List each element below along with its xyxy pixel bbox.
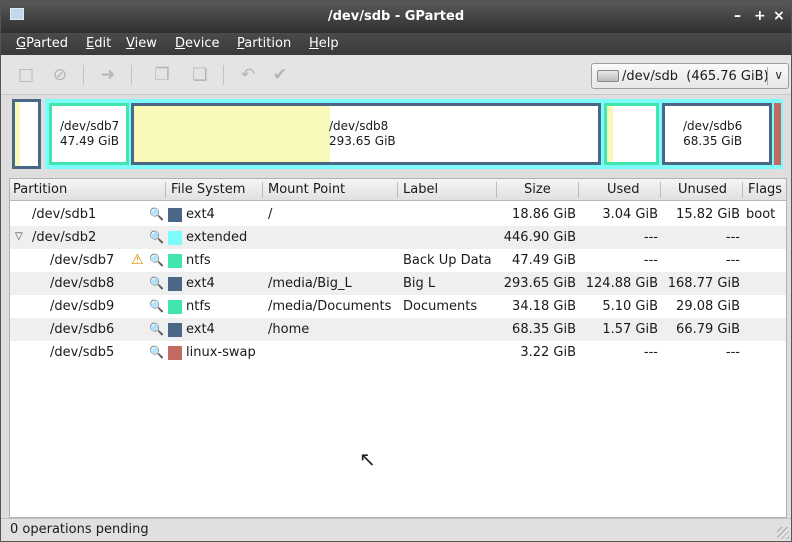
column-unused[interactable]: Unused <box>678 182 727 197</box>
menu-help[interactable]: Help <box>309 36 339 51</box>
table-row[interactable]: /dev/sdb7 ⚠ 🔍 ntfs Back Up Data 47.49 Gi… <box>10 249 786 272</box>
maximize-button[interactable]: + <box>754 8 766 24</box>
table-header: Partition File System Mount Point Label … <box>10 179 786 201</box>
graph-partition-sdb7[interactable]: /dev/sdb7 47.49 GiB <box>49 103 129 165</box>
menu-edit[interactable]: Edit <box>86 36 111 51</box>
fs-color-swatch <box>168 254 182 268</box>
graph-partition-sdb9[interactable] <box>604 103 659 165</box>
key-icon: 🔍 <box>149 230 164 244</box>
key-icon: 🔍 <box>149 322 164 336</box>
menu-partition[interactable]: Partition <box>237 36 291 51</box>
fs-color-swatch <box>168 231 182 245</box>
table-row[interactable]: /dev/sdb1 🔍 ext4 / 18.86 GiB 3.04 GiB 15… <box>10 203 786 226</box>
close-button[interactable]: × <box>773 8 785 24</box>
window-title: /dev/sdb - GParted <box>327 9 465 24</box>
key-icon: 🔍 <box>149 299 164 313</box>
column-label[interactable]: Label <box>403 182 438 197</box>
table-row[interactable]: /dev/sdb6 🔍 ext4 /home 68.35 GiB 1.57 Gi… <box>10 318 786 341</box>
fs-color-swatch <box>168 208 182 222</box>
partition-table: Partition File System Mount Point Label … <box>9 178 787 518</box>
used-space-fill <box>607 106 613 162</box>
paste-icon[interactable]: ❑ <box>189 65 211 85</box>
fs-color-swatch <box>168 323 182 337</box>
column-used[interactable]: Used <box>607 182 640 197</box>
menu-bar: GParted Edit View Device Partition Help <box>1 33 791 55</box>
graph-partition-sdb1[interactable] <box>12 99 41 169</box>
column-partition[interactable]: Partition <box>13 182 67 197</box>
gparted-window: /dev/sdb - GParted – + × GParted Edit Vi… <box>0 0 792 542</box>
disk-icon <box>597 70 619 82</box>
table-row[interactable]: /dev/sdb9 🔍 ntfs /media/Documents Docume… <box>10 295 786 318</box>
fs-color-swatch <box>168 300 182 314</box>
toolbar-separator <box>223 65 224 85</box>
column-size[interactable]: Size <box>524 182 551 197</box>
resize-grip-icon[interactable] <box>777 527 789 539</box>
delete-icon[interactable]: ⊘ <box>49 65 71 85</box>
menu-view[interactable]: View <box>126 36 157 51</box>
copy-icon[interactable]: ❐ <box>151 65 173 85</box>
device-selector[interactable]: /dev/sdb (465.76 GiB) ∨ <box>591 63 789 89</box>
graph-partition-sdb8[interactable]: /dev/sdb8 293.65 GiB <box>131 103 601 165</box>
operations-pending-status: 0 operations pending <box>10 522 149 537</box>
table-row[interactable]: /dev/sdb8 🔍 ext4 /media/Big_L Big L 293.… <box>10 272 786 295</box>
menu-device[interactable]: Device <box>175 36 219 51</box>
graph-label-sdb8: /dev/sdb8 293.65 GiB <box>329 119 396 148</box>
mouse-pointer-icon: ↖ <box>359 447 376 471</box>
title-bar[interactable]: /dev/sdb - GParted – + × <box>1 1 791 33</box>
key-icon: 🔍 <box>149 207 164 221</box>
resize-move-icon[interactable]: ➜ <box>97 65 119 85</box>
graph-partition-sdb6[interactable]: /dev/sdb6 68.35 GiB <box>662 103 772 165</box>
minimize-button[interactable]: – <box>734 8 741 24</box>
toolbar-separator <box>131 65 132 85</box>
device-selector-label: /dev/sdb (465.76 GiB) <box>622 68 769 84</box>
key-icon: 🔍 <box>149 345 164 359</box>
toolbar-separator <box>83 65 84 85</box>
column-file-system[interactable]: File System <box>171 182 245 197</box>
used-space-fill <box>15 102 20 166</box>
chevron-down-icon: ∨ <box>774 68 783 82</box>
graph-label-sdb7: /dev/sdb7 47.49 GiB <box>60 119 120 148</box>
undo-icon[interactable]: ↶ <box>237 65 259 85</box>
key-icon: 🔍 <box>149 253 164 267</box>
column-mount-point[interactable]: Mount Point <box>268 182 345 197</box>
fs-color-swatch <box>168 346 182 360</box>
warning-icon: ⚠ <box>131 252 144 268</box>
partition-graph: /dev/sdb7 47.49 GiB /dev/sdb8 293.65 GiB… <box>9 97 787 171</box>
table-row[interactable]: ▽ /dev/sdb2 🔍 extended 446.90 GiB --- --… <box>10 226 786 249</box>
column-flags[interactable]: Flags <box>748 182 782 197</box>
key-icon: 🔍 <box>149 276 164 290</box>
graph-label-sdb6: /dev/sdb6 68.35 GiB <box>683 119 743 148</box>
menu-gparted[interactable]: GParted <box>16 36 68 51</box>
new-icon[interactable]: □ <box>15 65 37 85</box>
status-bar: 0 operations pending <box>1 518 791 541</box>
used-space-fill <box>134 106 330 162</box>
apply-icon[interactable]: ✔ <box>269 65 291 85</box>
fs-color-swatch <box>168 277 182 291</box>
table-row[interactable]: /dev/sdb5 🔍 linux-swap 3.22 GiB --- --- <box>10 341 786 364</box>
graph-partition-sdb5[interactable] <box>774 103 781 165</box>
expander-arrow-icon[interactable]: ▽ <box>15 231 23 242</box>
